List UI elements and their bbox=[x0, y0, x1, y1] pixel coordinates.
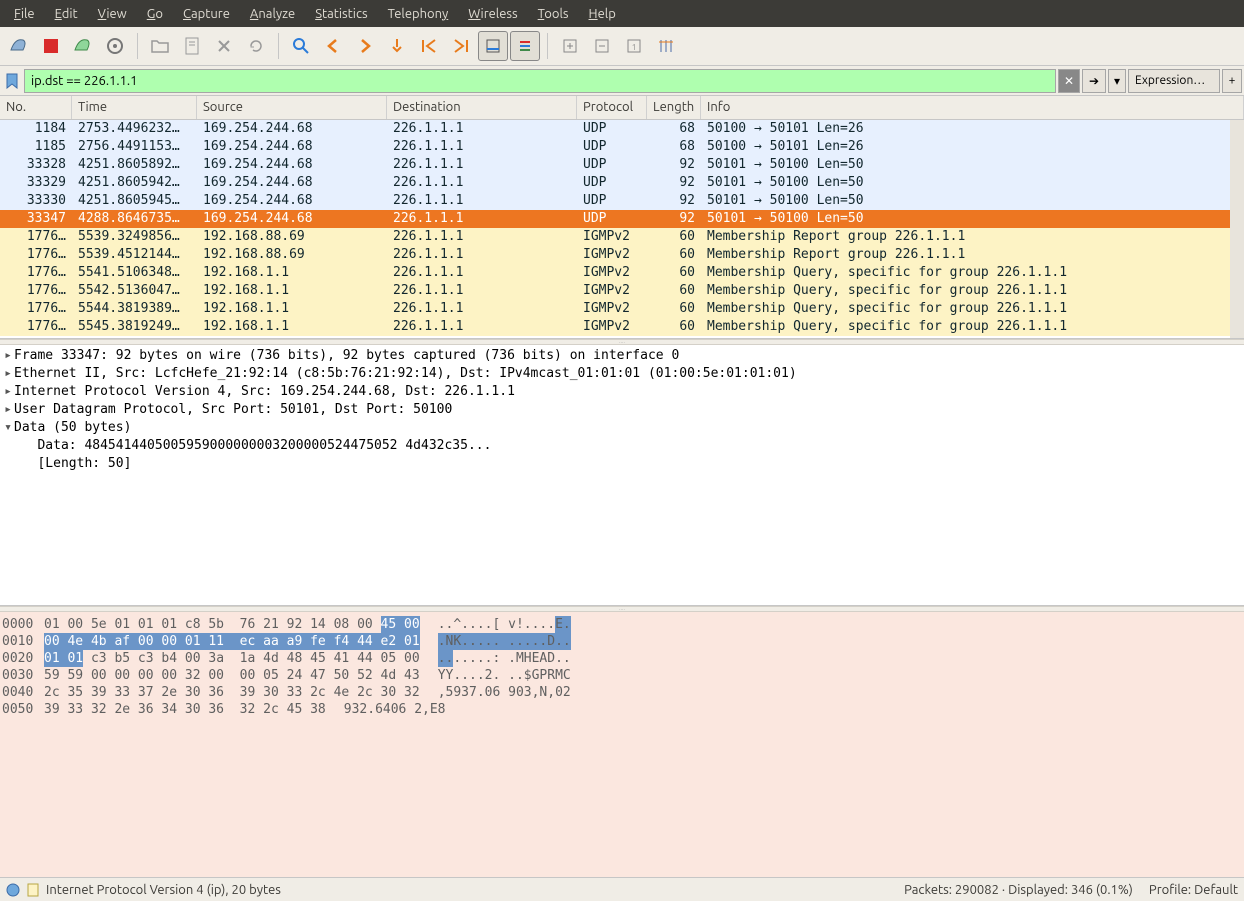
zoom-out-icon[interactable] bbox=[587, 31, 617, 61]
packet-row[interactable]: 11852756.4491153…169.254.244.68226.1.1.1… bbox=[0, 138, 1244, 156]
menu-statistics[interactable]: Statistics bbox=[305, 3, 377, 25]
packet-row[interactable]: 11842753.4496232…169.254.244.68226.1.1.1… bbox=[0, 120, 1244, 138]
zoom-reset-icon[interactable]: 1 bbox=[619, 31, 649, 61]
status-text: Internet Protocol Version 4 (ip), 20 byt… bbox=[46, 883, 281, 897]
clear-filter-icon[interactable]: ✕ bbox=[1058, 69, 1080, 93]
menu-analyze[interactable]: Analyze bbox=[240, 3, 305, 25]
add-filter-button[interactable]: + bbox=[1222, 69, 1242, 93]
separator bbox=[137, 33, 138, 59]
packet-row[interactable]: 1776…5544.3819389…192.168.1.1226.1.1.1IG… bbox=[0, 300, 1244, 318]
packet-row[interactable]: 1776…5539.4512144…192.168.88.69226.1.1.1… bbox=[0, 246, 1244, 264]
details-row[interactable]: [Length: 50] bbox=[0, 455, 1244, 473]
scrollbar[interactable] bbox=[1230, 120, 1244, 338]
svg-text:1: 1 bbox=[632, 43, 637, 52]
expand-tree-icon[interactable] bbox=[2, 437, 14, 455]
jump-to-packet-icon[interactable] bbox=[382, 31, 412, 61]
hex-row[interactable]: 005039 33 32 2e 36 34 30 36 32 2c 45 389… bbox=[0, 701, 1244, 718]
col-destination[interactable]: Destination bbox=[387, 96, 577, 119]
details-row[interactable]: ▸Frame 33347: 92 bytes on wire (736 bits… bbox=[0, 347, 1244, 365]
hex-row[interactable]: 001000 4e 4b af 00 00 01 11 ec aa a9 fe … bbox=[0, 633, 1244, 650]
go-back-icon[interactable] bbox=[318, 31, 348, 61]
menu-view[interactable]: View bbox=[88, 3, 137, 25]
col-length[interactable]: Length bbox=[647, 96, 701, 119]
col-info[interactable]: Info bbox=[701, 96, 1244, 119]
expand-tree-icon[interactable]: ▾ bbox=[2, 419, 14, 437]
save-file-icon[interactable] bbox=[177, 31, 207, 61]
toolbar: 1 bbox=[0, 27, 1244, 66]
packet-bytes-pane[interactable]: 000001 00 5e 01 01 01 c8 5b 76 21 92 14 … bbox=[0, 612, 1244, 877]
menu-capture[interactable]: Capture bbox=[173, 3, 240, 25]
details-row[interactable]: ▾Data (50 bytes) bbox=[0, 419, 1244, 437]
packet-row[interactable]: 1776…5541.5106348…192.168.1.1226.1.1.1IG… bbox=[0, 264, 1244, 282]
packet-row[interactable]: 333474288.8646735…169.254.244.68226.1.1.… bbox=[0, 210, 1244, 228]
colorize-icon[interactable] bbox=[510, 31, 540, 61]
hex-row[interactable]: 000001 00 5e 01 01 01 c8 5b 76 21 92 14 … bbox=[0, 616, 1244, 633]
separator bbox=[278, 33, 279, 59]
open-file-icon[interactable] bbox=[145, 31, 175, 61]
edit-capture-comment-icon[interactable] bbox=[26, 882, 40, 898]
menu-file[interactable]: File bbox=[4, 3, 45, 25]
packet-list-pane[interactable]: No. Time Source Destination Protocol Len… bbox=[0, 96, 1244, 339]
separator bbox=[547, 33, 548, 59]
packet-row[interactable]: 1776…5539.3249856…192.168.88.69226.1.1.1… bbox=[0, 228, 1244, 246]
filter-history-icon[interactable]: ▾ bbox=[1108, 69, 1126, 93]
menu-edit[interactable]: Edit bbox=[45, 3, 88, 25]
menu-go[interactable]: Go bbox=[137, 3, 173, 25]
col-source[interactable]: Source bbox=[197, 96, 387, 119]
packet-list-header: No. Time Source Destination Protocol Len… bbox=[0, 96, 1244, 120]
go-last-icon[interactable] bbox=[446, 31, 476, 61]
expand-tree-icon[interactable]: ▸ bbox=[2, 365, 14, 383]
zoom-in-icon[interactable] bbox=[555, 31, 585, 61]
menubar: File Edit View Go Capture Analyze Statis… bbox=[0, 0, 1244, 27]
status-packets: Packets: 290082 · Displayed: 346 (0.1%) bbox=[904, 883, 1133, 897]
capture-options-icon[interactable] bbox=[100, 31, 130, 61]
apply-filter-icon[interactable]: ➔ bbox=[1082, 69, 1106, 93]
packet-row[interactable]: 1776…5542.5136047…192.168.1.1226.1.1.1IG… bbox=[0, 282, 1244, 300]
status-bar: Internet Protocol Version 4 (ip), 20 byt… bbox=[0, 877, 1244, 901]
packet-row[interactable]: 333284251.8605892…169.254.244.68226.1.1.… bbox=[0, 156, 1244, 174]
expand-tree-icon[interactable] bbox=[2, 455, 14, 473]
col-protocol[interactable]: Protocol bbox=[577, 96, 647, 119]
expert-info-icon[interactable] bbox=[6, 883, 20, 897]
details-row[interactable]: Data: 4845414405005959000000003200000524… bbox=[0, 437, 1244, 455]
stop-capture-icon[interactable] bbox=[36, 31, 66, 61]
col-no[interactable]: No. bbox=[0, 96, 72, 119]
packet-details-pane[interactable]: ▸Frame 33347: 92 bytes on wire (736 bits… bbox=[0, 345, 1244, 606]
details-row[interactable]: ▸Ethernet II, Src: LcfcHefe_21:92:14 (c8… bbox=[0, 365, 1244, 383]
find-packet-icon[interactable] bbox=[286, 31, 316, 61]
packet-row[interactable]: 333304251.8605945…169.254.244.68226.1.1.… bbox=[0, 192, 1244, 210]
start-capture-icon[interactable] bbox=[4, 31, 34, 61]
go-first-icon[interactable] bbox=[414, 31, 444, 61]
expression-button[interactable]: Expression… bbox=[1128, 69, 1220, 93]
restart-capture-icon[interactable] bbox=[68, 31, 98, 61]
status-profile[interactable]: Profile: Default bbox=[1149, 883, 1238, 897]
bookmark-filter-icon[interactable] bbox=[2, 71, 22, 91]
go-forward-icon[interactable] bbox=[350, 31, 380, 61]
auto-scroll-icon[interactable] bbox=[478, 31, 508, 61]
resize-columns-icon[interactable] bbox=[651, 31, 681, 61]
packet-row[interactable]: 333294251.8605942…169.254.244.68226.1.1.… bbox=[0, 174, 1244, 192]
expand-tree-icon[interactable]: ▸ bbox=[2, 347, 14, 365]
close-file-icon[interactable] bbox=[209, 31, 239, 61]
expand-tree-icon[interactable]: ▸ bbox=[2, 383, 14, 401]
menu-telephony[interactable]: Telephony bbox=[378, 3, 459, 25]
hex-row[interactable]: 003059 59 00 00 00 00 32 00 00 05 24 47 … bbox=[0, 667, 1244, 684]
col-time[interactable]: Time bbox=[72, 96, 197, 119]
details-row[interactable]: ▸User Datagram Protocol, Src Port: 50101… bbox=[0, 401, 1244, 419]
menu-help[interactable]: Help bbox=[579, 3, 626, 25]
packet-row[interactable]: 1776…5545.3819249…192.168.1.1226.1.1.1IG… bbox=[0, 318, 1244, 336]
reload-icon[interactable] bbox=[241, 31, 271, 61]
menu-wireless[interactable]: Wireless bbox=[458, 3, 527, 25]
filter-bar: ✕ ➔ ▾ Expression… + bbox=[0, 66, 1244, 96]
hex-row[interactable]: 002001 01 c3 b5 c3 b4 00 3a 1a 4d 48 45 … bbox=[0, 650, 1244, 667]
menu-tools[interactable]: Tools bbox=[528, 3, 579, 25]
details-row[interactable]: ▸Internet Protocol Version 4, Src: 169.2… bbox=[0, 383, 1244, 401]
expand-tree-icon[interactable]: ▸ bbox=[2, 401, 14, 419]
display-filter-input[interactable] bbox=[24, 69, 1056, 93]
hex-row[interactable]: 00402c 35 39 33 37 2e 30 36 39 30 33 2c … bbox=[0, 684, 1244, 701]
